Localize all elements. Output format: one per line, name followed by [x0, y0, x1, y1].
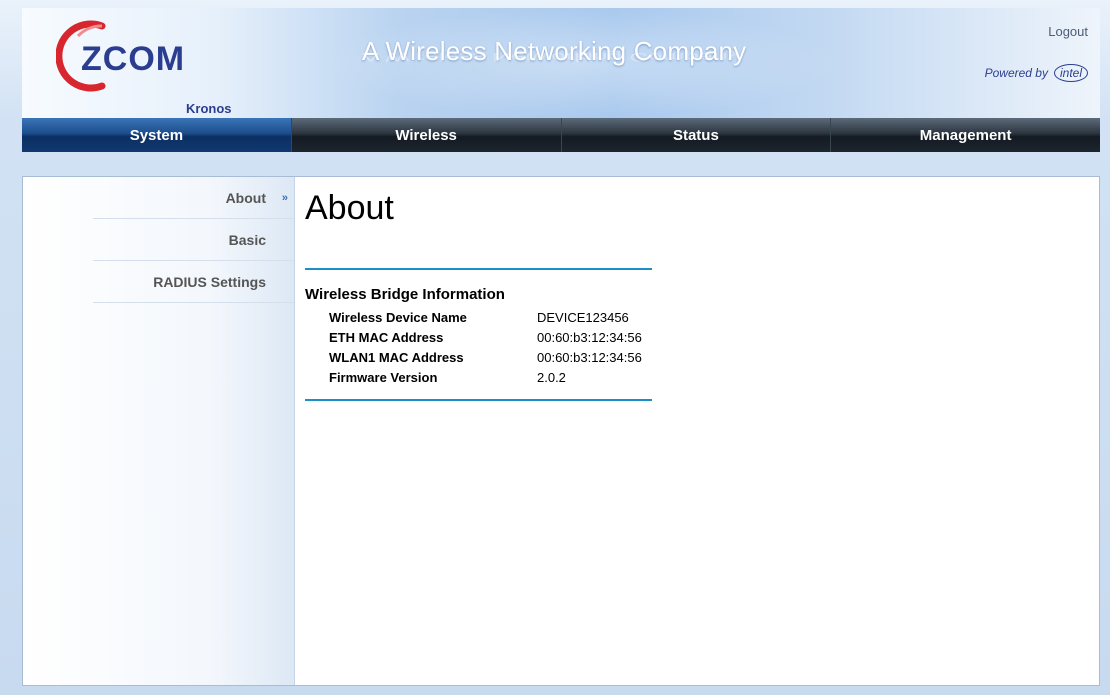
- main-nav: System Wireless Status Management: [22, 118, 1100, 152]
- sidebar-item-about[interactable]: About »: [93, 177, 294, 219]
- info-row-firmware: Firmware Version 2.0.2: [305, 368, 652, 388]
- info-label: ETH MAC Address: [329, 330, 444, 345]
- info-label: Wireless Device Name: [329, 310, 467, 325]
- section-heading: Wireless Bridge Information: [305, 286, 505, 303]
- sidebar: About » Basic RADIUS Settings: [23, 177, 295, 685]
- nav-tab-status[interactable]: Status: [562, 118, 832, 152]
- sidebar-item-about-label: About: [225, 189, 266, 206]
- info-value: 00:60:b3:12:34:56: [537, 330, 642, 345]
- sidebar-item-basic-label: Basic: [228, 231, 266, 248]
- info-value: 2.0.2: [537, 370, 566, 385]
- sidebar-item-radius-label: RADIUS Settings: [153, 273, 266, 290]
- double-chevron-right-icon: »: [281, 191, 288, 204]
- logout-link[interactable]: Logout: [1048, 24, 1088, 39]
- header-banner: ZCOM Kronos A Wireless Networking Compan…: [22, 8, 1100, 118]
- sidebar-item-basic[interactable]: Basic: [93, 219, 294, 261]
- info-row-wlan1-mac: WLAN1 MAC Address 00:60:b3:12:34:56: [305, 348, 652, 368]
- info-row-device-name: Wireless Device Name DEVICE123456: [305, 308, 652, 328]
- main-content: About Wireless Bridge Information Wirele…: [305, 177, 1099, 685]
- zcom-logo-icon: ZCOM: [56, 20, 185, 92]
- powered-by-badge: Powered by intel: [985, 64, 1088, 82]
- info-value: 00:60:b3:12:34:56: [537, 350, 642, 365]
- product-name: Kronos: [186, 101, 232, 116]
- nav-tab-wireless[interactable]: Wireless: [292, 118, 562, 152]
- nav-tab-system[interactable]: System: [22, 118, 292, 152]
- info-label: Firmware Version: [329, 370, 438, 385]
- info-row-eth-mac: ETH MAC Address 00:60:b3:12:34:56: [305, 328, 652, 348]
- info-label: WLAN1 MAC Address: [329, 350, 464, 365]
- intel-logo: intel: [1053, 64, 1088, 82]
- info-value: DEVICE123456: [537, 310, 629, 325]
- page-frame: ZCOM Kronos A Wireless Networking Compan…: [0, 0, 1110, 695]
- company-tagline-reflection: A Wireless Networking Company: [362, 50, 741, 65]
- page-title: About: [305, 189, 394, 227]
- nav-tab-management[interactable]: Management: [831, 118, 1100, 152]
- bridge-info-box: Wireless Bridge Information Wireless Dev…: [305, 268, 652, 401]
- logo-wordmark: ZCOM: [81, 40, 185, 78]
- zcom-logo: ZCOM Kronos: [56, 18, 232, 116]
- content-panel: About » Basic RADIUS Settings About Wire…: [22, 176, 1100, 686]
- sidebar-item-radius-settings[interactable]: RADIUS Settings: [93, 261, 294, 303]
- powered-by-text: Powered by: [984, 66, 1048, 80]
